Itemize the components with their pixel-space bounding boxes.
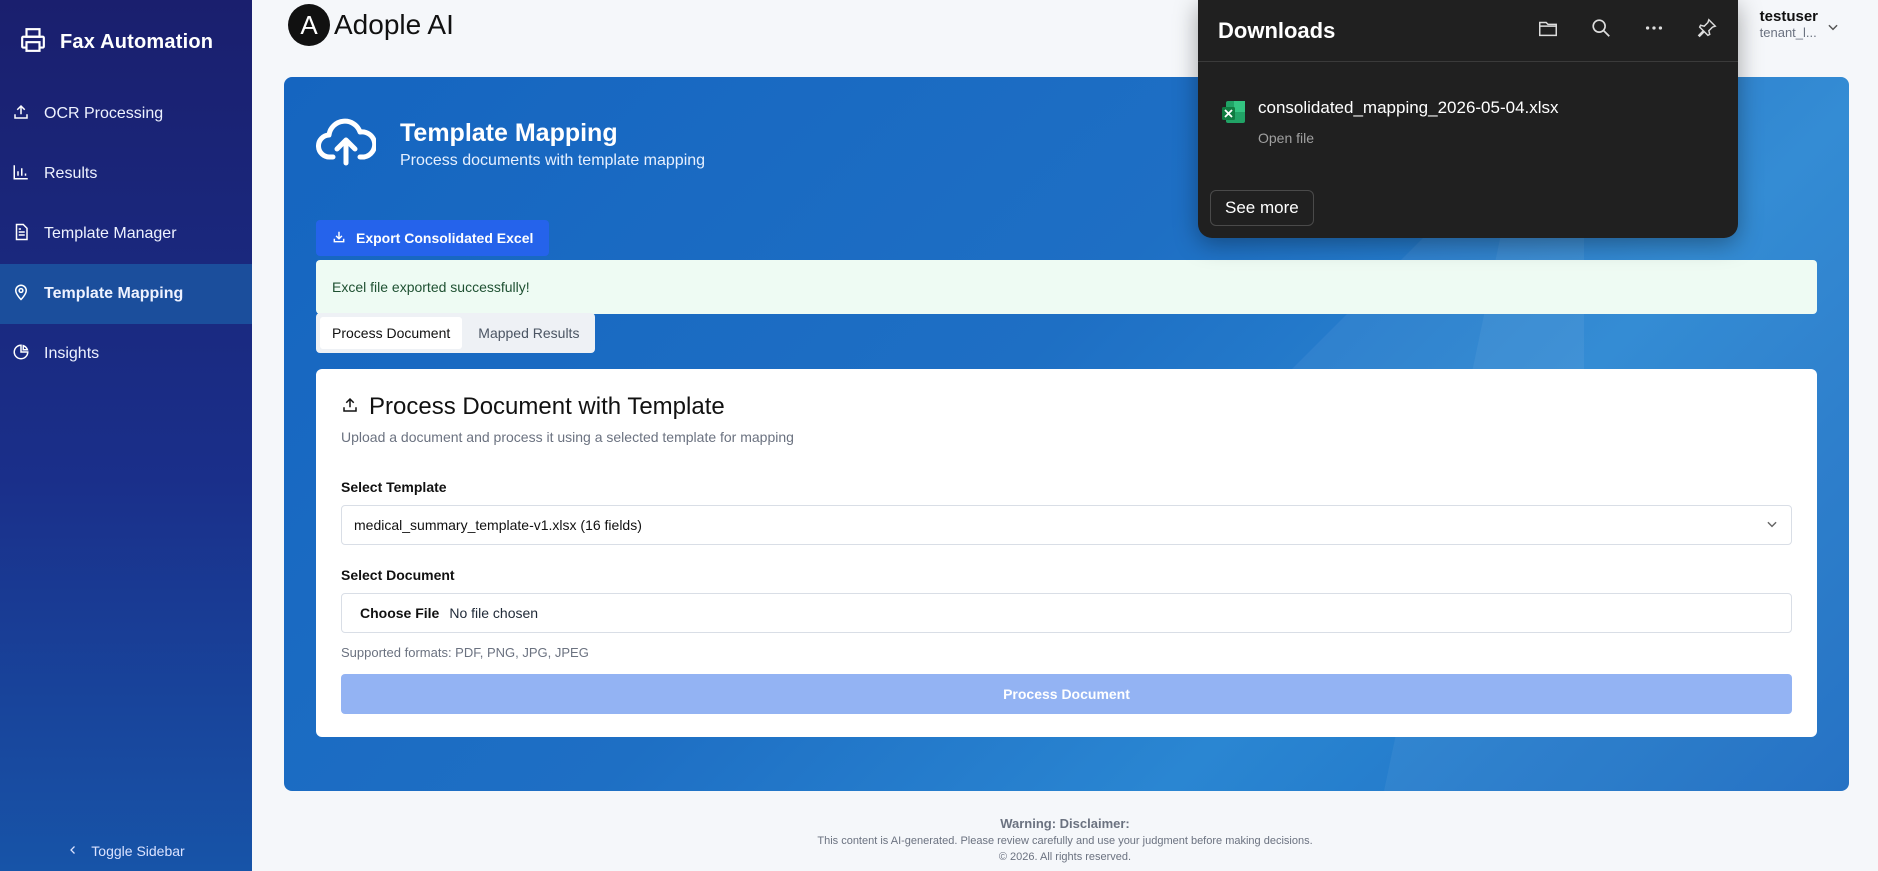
sidebar-brand: Fax Automation (0, 0, 252, 84)
file-status: No file chosen (449, 605, 539, 621)
footer-warning: Warning: Disclaimer: (1000, 816, 1130, 831)
process-document-card: Process Document with Template Upload a … (316, 369, 1817, 737)
download-file-name: consolidated_mapping_2026-05-04.xlsx (1258, 98, 1559, 117)
tab-mapped-results[interactable]: Mapped Results (466, 317, 591, 349)
footer: Warning: Disclaimer: This content is AI-… (252, 816, 1878, 863)
folder-icon[interactable] (1536, 17, 1560, 44)
select-document-label: Select Document (341, 567, 455, 583)
chevron-left-icon (67, 843, 79, 859)
sidebar-item-template-manager[interactable]: Template Manager (0, 204, 252, 264)
footer-copyright: © 2026. All rights reserved. (998, 851, 1132, 863)
brand-title: Fax Automation (60, 30, 214, 53)
cloud-upload-icon (316, 117, 378, 172)
export-consolidated-excel-button[interactable]: Export Consolidated Excel (316, 220, 550, 256)
toggle-sidebar-label: Toggle Sidebar (91, 843, 185, 859)
logo-mark: A (288, 4, 330, 46)
tab-process-document[interactable]: Process Document (320, 317, 463, 349)
page-title: Template Mapping (400, 119, 618, 147)
map-pin-icon (12, 283, 30, 306)
downloads-flyout: Downloads consolidated_mapping_2026-05-0… (1198, 0, 1738, 238)
card-title-text: Process Document with Template (369, 393, 725, 420)
template-select[interactable]: medical_summary_template-v1.xlsx (16 fie… (341, 505, 1792, 545)
footer-disclaimer: This content is AI-generated. Please rev… (817, 835, 1313, 847)
download-item[interactable]: consolidated_mapping_2026-05-04.xlsx Ope… (1220, 98, 1559, 146)
document-file-input[interactable]: Choose File No file chosen (341, 593, 1792, 633)
pie-chart-icon (12, 343, 30, 366)
see-more-button[interactable]: See more (1210, 190, 1314, 226)
sidebar-item-ocr-processing[interactable]: OCR Processing (0, 84, 252, 144)
pin-icon[interactable] (1696, 17, 1718, 44)
user-menu[interactable]: testuser tenant_l... (1760, 8, 1818, 40)
logo-text: Adople AI (334, 9, 454, 40)
sidebar-item-template-mapping[interactable]: Template Mapping (0, 264, 252, 324)
document-icon (12, 223, 30, 246)
search-icon[interactable] (1590, 17, 1612, 44)
open-file-link[interactable]: Open file (1258, 130, 1559, 146)
bar-chart-icon (12, 163, 30, 186)
sidebar-item-insights[interactable]: Insights (0, 324, 252, 384)
sidebar-item-results[interactable]: Results (0, 144, 252, 204)
tab-list: Process Document Mapped Results (316, 313, 596, 353)
chevron-down-icon[interactable] (1826, 20, 1840, 39)
supported-formats-hint: Supported formats: PDF, PNG, JPG, JPEG (341, 645, 589, 660)
process-document-button[interactable]: Process Document (341, 674, 1792, 714)
excel-file-icon (1220, 98, 1248, 146)
sidebar: Fax Automation OCR Processing Results Te… (0, 0, 252, 871)
user-tenant: tenant_l... (1759, 25, 1817, 40)
sidebar-item-label: OCR Processing (44, 105, 164, 122)
downloads-header: Downloads (1198, 0, 1738, 62)
sidebar-item-label: Template Manager (44, 225, 177, 242)
sidebar-item-label: Template Mapping (44, 285, 184, 302)
sidebar-item-label: Insights (44, 345, 100, 362)
user-name: testuser (1759, 8, 1818, 25)
card-subtitle: Upload a document and process it using a… (341, 429, 794, 445)
page-header: Template Mapping Process documents with … (316, 117, 705, 172)
export-button-label: Export Consolidated Excel (356, 230, 534, 246)
page-subtitle: Process documents with template mapping (400, 152, 706, 169)
upload-icon (12, 103, 30, 126)
logo-letter: A (300, 9, 318, 40)
chevron-down-icon (1765, 517, 1779, 534)
downloads-title: Downloads (1218, 17, 1336, 43)
toggle-sidebar-button[interactable]: Toggle Sidebar (0, 843, 252, 859)
template-select-value: medical_summary_template-v1.xlsx (16 fie… (354, 517, 642, 533)
logo[interactable]: A Adople AI (288, 4, 454, 46)
sidebar-item-label: Results (44, 165, 98, 182)
download-icon (332, 230, 346, 247)
success-alert: Excel file exported successfully! (316, 260, 1817, 314)
choose-file-button[interactable]: Choose File (360, 605, 439, 621)
more-options-icon[interactable] (1642, 17, 1666, 44)
fax-icon (20, 27, 46, 58)
card-title: Process Document with Template (341, 393, 1792, 421)
upload-icon (341, 393, 359, 421)
select-template-label: Select Template (341, 479, 447, 495)
